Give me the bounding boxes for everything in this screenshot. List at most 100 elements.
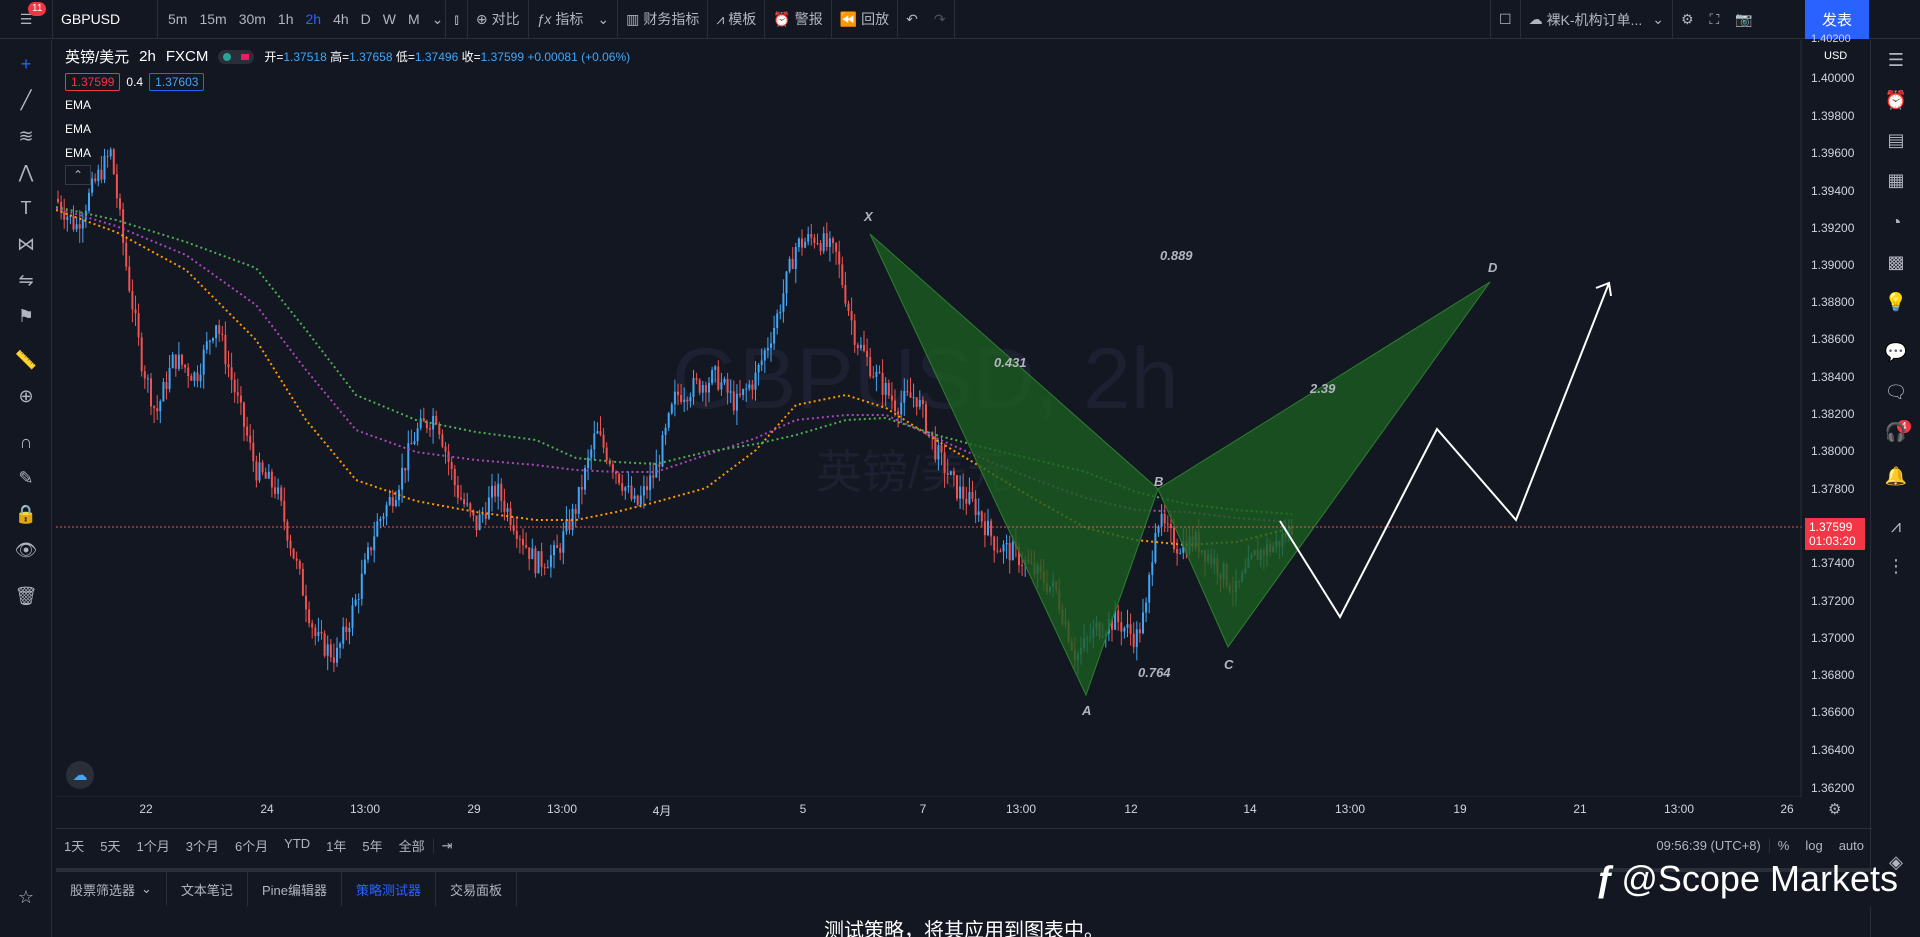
bottom-tab[interactable]: Pine编辑器 [248, 872, 342, 906]
legend-symbol-name[interactable]: 英镑/美元 [65, 46, 129, 67]
range-button[interactable]: 5天 [92, 836, 128, 855]
candle-body [726, 379, 729, 393]
percent-scale-toggle[interactable]: % [1768, 838, 1798, 853]
timeframe-4h[interactable]: 4h [327, 0, 355, 39]
low-value: 1.37496 [414, 50, 459, 64]
ema-legend-3[interactable]: EMA [65, 146, 630, 163]
ema-legend-2[interactable]: EMA [65, 122, 630, 139]
candle-body [239, 395, 242, 403]
hotlist-icon[interactable]: ◔ [1884, 210, 1908, 234]
pencil-lock-icon[interactable]: ✎ [14, 466, 38, 490]
notification-badge: 11 [28, 1, 47, 16]
indicators-button[interactable]: ƒx 指标 ⌄ [529, 0, 618, 39]
timeframe-M[interactable]: M [402, 0, 426, 39]
clock-display[interactable]: 09:56:39 (UTC+8) [1648, 838, 1768, 853]
templates-button[interactable]: ⩘ 模板 [708, 0, 764, 39]
sell-price-box[interactable]: 1.37599 [65, 73, 121, 91]
alarm-clock-icon[interactable]: ⏰ [1884, 88, 1908, 112]
calendar-icon[interactable]: ▩ [1884, 250, 1908, 274]
range-button[interactable]: YTD [276, 836, 318, 855]
trash-icon[interactable]: 🗑 [14, 584, 38, 608]
text-icon[interactable]: T [14, 196, 38, 220]
pattern-icon[interactable]: ⋀ [14, 160, 38, 184]
buy-price-box[interactable]: 1.37603 [149, 73, 205, 91]
timeframe-2h[interactable]: 2h [300, 0, 328, 39]
zoom-icon[interactable]: ⊕ [14, 384, 38, 408]
chevron-down-icon[interactable]: ⌄ [430, 0, 446, 39]
financials-button[interactable]: ▥ 财务指标 [618, 0, 707, 39]
flag-icon[interactable]: ⚑ [14, 304, 38, 328]
compare-button[interactable]: ⊕ 对比 [468, 0, 528, 39]
bottom-tab[interactable]: 文本笔记 [167, 872, 248, 906]
range-button[interactable]: 5年 [354, 836, 390, 855]
streams-icon[interactable]: 🎧 [1884, 420, 1908, 444]
price-tick: 1.36600 [1811, 705, 1855, 719]
eye-icon[interactable]: 👁 [14, 538, 38, 562]
lightbulb-icon[interactable]: 💡 [1884, 290, 1908, 314]
timeframe-W[interactable]: W [377, 0, 402, 39]
main-menu-button[interactable]: ☰ 11 [0, 0, 52, 39]
bottom-tab[interactable]: 策略测试器 [342, 872, 436, 906]
trendline-icon[interactable]: ╱ [14, 88, 38, 112]
snapshot-button[interactable]: 📷 [1727, 0, 1760, 39]
range-button[interactable]: 1天 [56, 836, 92, 855]
bottom-tab[interactable]: 交易面板 [436, 872, 517, 906]
candle-body [78, 224, 81, 229]
alert-button[interactable]: ⏰ 警报 [765, 0, 830, 39]
timeframe-30m[interactable]: 30m [233, 0, 272, 39]
candle-body [596, 431, 599, 434]
timeframe-15m[interactable]: 15m [193, 0, 232, 39]
timeframe-1h[interactable]: 1h [272, 0, 300, 39]
auto-scale-toggle[interactable]: auto [1831, 838, 1872, 853]
candle-body [342, 626, 345, 644]
watchlist-icon[interactable]: ☰ [1884, 48, 1908, 72]
fullscreen-button[interactable]: ⛶ [1702, 0, 1728, 39]
collapse-legend-button[interactable]: ⌃ [65, 165, 91, 185]
ideas-icon[interactable]: 🗨 [1884, 380, 1908, 404]
log-scale-toggle[interactable]: log [1797, 838, 1830, 853]
replay-button[interactable]: ⏪ 回放 [832, 0, 897, 39]
timeframe-D[interactable]: D [355, 0, 377, 39]
lock-icon[interactable]: 🔒 [14, 502, 38, 526]
fib-icon[interactable]: ≋ [14, 124, 38, 148]
candle-body [894, 400, 896, 412]
range-button[interactable]: 全部 [391, 836, 433, 855]
crosshair-icon[interactable]: + [14, 52, 38, 76]
symbol-search[interactable]: GBPUSD [53, 0, 157, 39]
chart-type-button[interactable]: ⫾ [446, 0, 466, 39]
range-button[interactable]: 3个月 [178, 836, 227, 855]
candle-body [336, 647, 338, 663]
candle-body [633, 495, 636, 500]
market-icon[interactable]: ⩘ [1884, 514, 1908, 538]
timeframe-5m[interactable]: 5m [162, 0, 193, 39]
data-window-icon[interactable]: ▦ [1884, 168, 1908, 192]
candle-body [528, 547, 531, 560]
redo-button[interactable]: ↷ [926, 0, 954, 39]
dom-icon[interactable]: ⋮ [1884, 554, 1908, 578]
candle-body [819, 243, 822, 252]
cloud-sync-icon[interactable]: ☁ [66, 761, 94, 789]
indicators-label: 指标 [555, 11, 584, 27]
xabcd-icon[interactable]: ⋈ [14, 232, 38, 256]
forecast-icon[interactable]: ⇋ [14, 268, 38, 292]
axis-settings-icon[interactable]: ⚙ [1828, 800, 1841, 818]
chat-icon[interactable]: 💬 [1884, 340, 1908, 364]
range-button[interactable]: 6个月 [227, 836, 276, 855]
candle-body [298, 560, 301, 569]
news-icon[interactable]: ▤ [1884, 128, 1908, 152]
undo-button[interactable]: ↶ [898, 0, 926, 39]
goto-date-button[interactable]: ⇥ [432, 837, 461, 854]
bottom-tab[interactable]: 股票筛选器 ⌄ [56, 872, 167, 906]
layout-name-button[interactable]: ☁ 裸K-机构订单... ⌄ [1521, 0, 1672, 39]
notifications-icon[interactable]: 🔔 [1884, 464, 1908, 488]
range-button[interactable]: 1个月 [128, 836, 177, 855]
market-status-toggle[interactable] [218, 49, 255, 64]
time-tick: 13:00 [1334, 802, 1366, 816]
magnet-icon[interactable]: ∩ [14, 430, 38, 454]
settings-button[interactable]: ⚙ [1673, 0, 1702, 39]
range-button[interactable]: 1年 [318, 836, 354, 855]
star-icon[interactable]: ☆ [14, 885, 38, 909]
layout-select-button[interactable]: ☐ [1491, 0, 1520, 39]
ema-legend-1[interactable]: EMA [65, 98, 630, 115]
ruler-icon[interactable]: 📏 [14, 348, 38, 372]
